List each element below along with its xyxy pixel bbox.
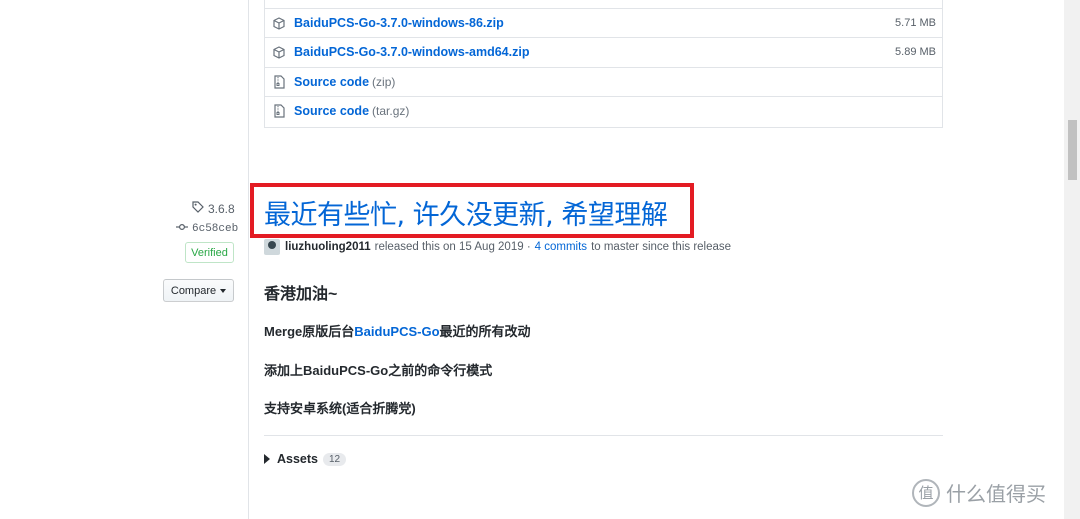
scrollbar-thumb[interactable] [1068, 120, 1077, 180]
release-title[interactable]: 最近有些忙, 许久没更新, 希望理解 [264, 193, 668, 232]
package-icon [272, 16, 286, 30]
compare-label: Compare [170, 284, 217, 297]
author-link[interactable]: liuzhuoling2011 [285, 241, 371, 253]
asset-row: Source code (zip) [265, 67, 942, 96]
file-zip-icon [272, 75, 286, 89]
asset-row: BaiduPCS-Go-3.7.0-windows-amd64.zip 5.89… [265, 37, 942, 66]
file-zip-icon [272, 104, 286, 118]
release-commit[interactable]: 6c58ceb [176, 223, 238, 235]
tag-label: 3.6.8 [208, 201, 235, 216]
vertical-scrollbar[interactable] [1064, 0, 1080, 519]
package-icon [272, 45, 286, 59]
avatar[interactable] [264, 239, 280, 255]
caret-down-icon [220, 288, 227, 293]
assets-label: Assets [277, 452, 318, 466]
asset-size: 5.71 MB [895, 17, 936, 29]
git-commit-icon [176, 223, 188, 235]
release-body-line: 添加上BaiduPCS-Go之前的命令行模式 [264, 363, 493, 378]
release-body-line: Merge原版后台BaiduPCS-Go最近的所有改动 [264, 324, 531, 339]
source-code-targz-link[interactable]: Source code (tar.gz) [294, 104, 409, 118]
previous-assets-list: BaiduPCS-Go-3.7.0-windows-86.zip 5.71 MB… [264, 0, 943, 128]
commits-link[interactable]: 4 commits [535, 241, 587, 253]
tag-icon [192, 201, 204, 216]
watermark-logo: 值 [912, 478, 940, 507]
triangle-right-icon [264, 454, 270, 464]
timeline-divider [248, 0, 249, 519]
commit-sha: 6c58ceb [192, 223, 239, 235]
asset-link[interactable]: BaiduPCS-Go-3.7.0-windows-amd64.zip [294, 45, 529, 59]
watermark-text: 什么值得买 [946, 484, 1046, 506]
verified-badge[interactable]: Verified [185, 242, 234, 263]
release-body-heading: 香港加油~ [264, 286, 338, 303]
asset-row: BaiduPCS-Go-3.7.0-windows-86.zip 5.71 MB [265, 8, 942, 37]
compare-button[interactable]: Compare [163, 279, 234, 302]
asset-row: Source code (tar.gz) [265, 96, 942, 125]
released-text: released this on 15 Aug 2019 · [374, 241, 531, 253]
section-divider [264, 435, 943, 436]
release-meta: liuzhuoling2011 released this on 15 Aug … [264, 239, 731, 255]
asset-link[interactable]: BaiduPCS-Go-3.7.0-windows-86.zip [294, 16, 504, 30]
baidupcs-go-link[interactable]: BaiduPCS-Go [354, 324, 439, 339]
watermark: 值 什么值得买 [912, 478, 1046, 507]
asset-size: 5.89 MB [895, 46, 936, 58]
release-body-line: 支持安卓系统(适合折腾党) [264, 401, 416, 416]
assets-count: 12 [323, 452, 347, 466]
release-tag[interactable]: 3.6.8 [192, 201, 235, 216]
commits-suffix: to master since this release [591, 241, 732, 253]
source-code-zip-link[interactable]: Source code (zip) [294, 75, 395, 89]
assets-toggle[interactable]: Assets 12 [264, 452, 347, 466]
